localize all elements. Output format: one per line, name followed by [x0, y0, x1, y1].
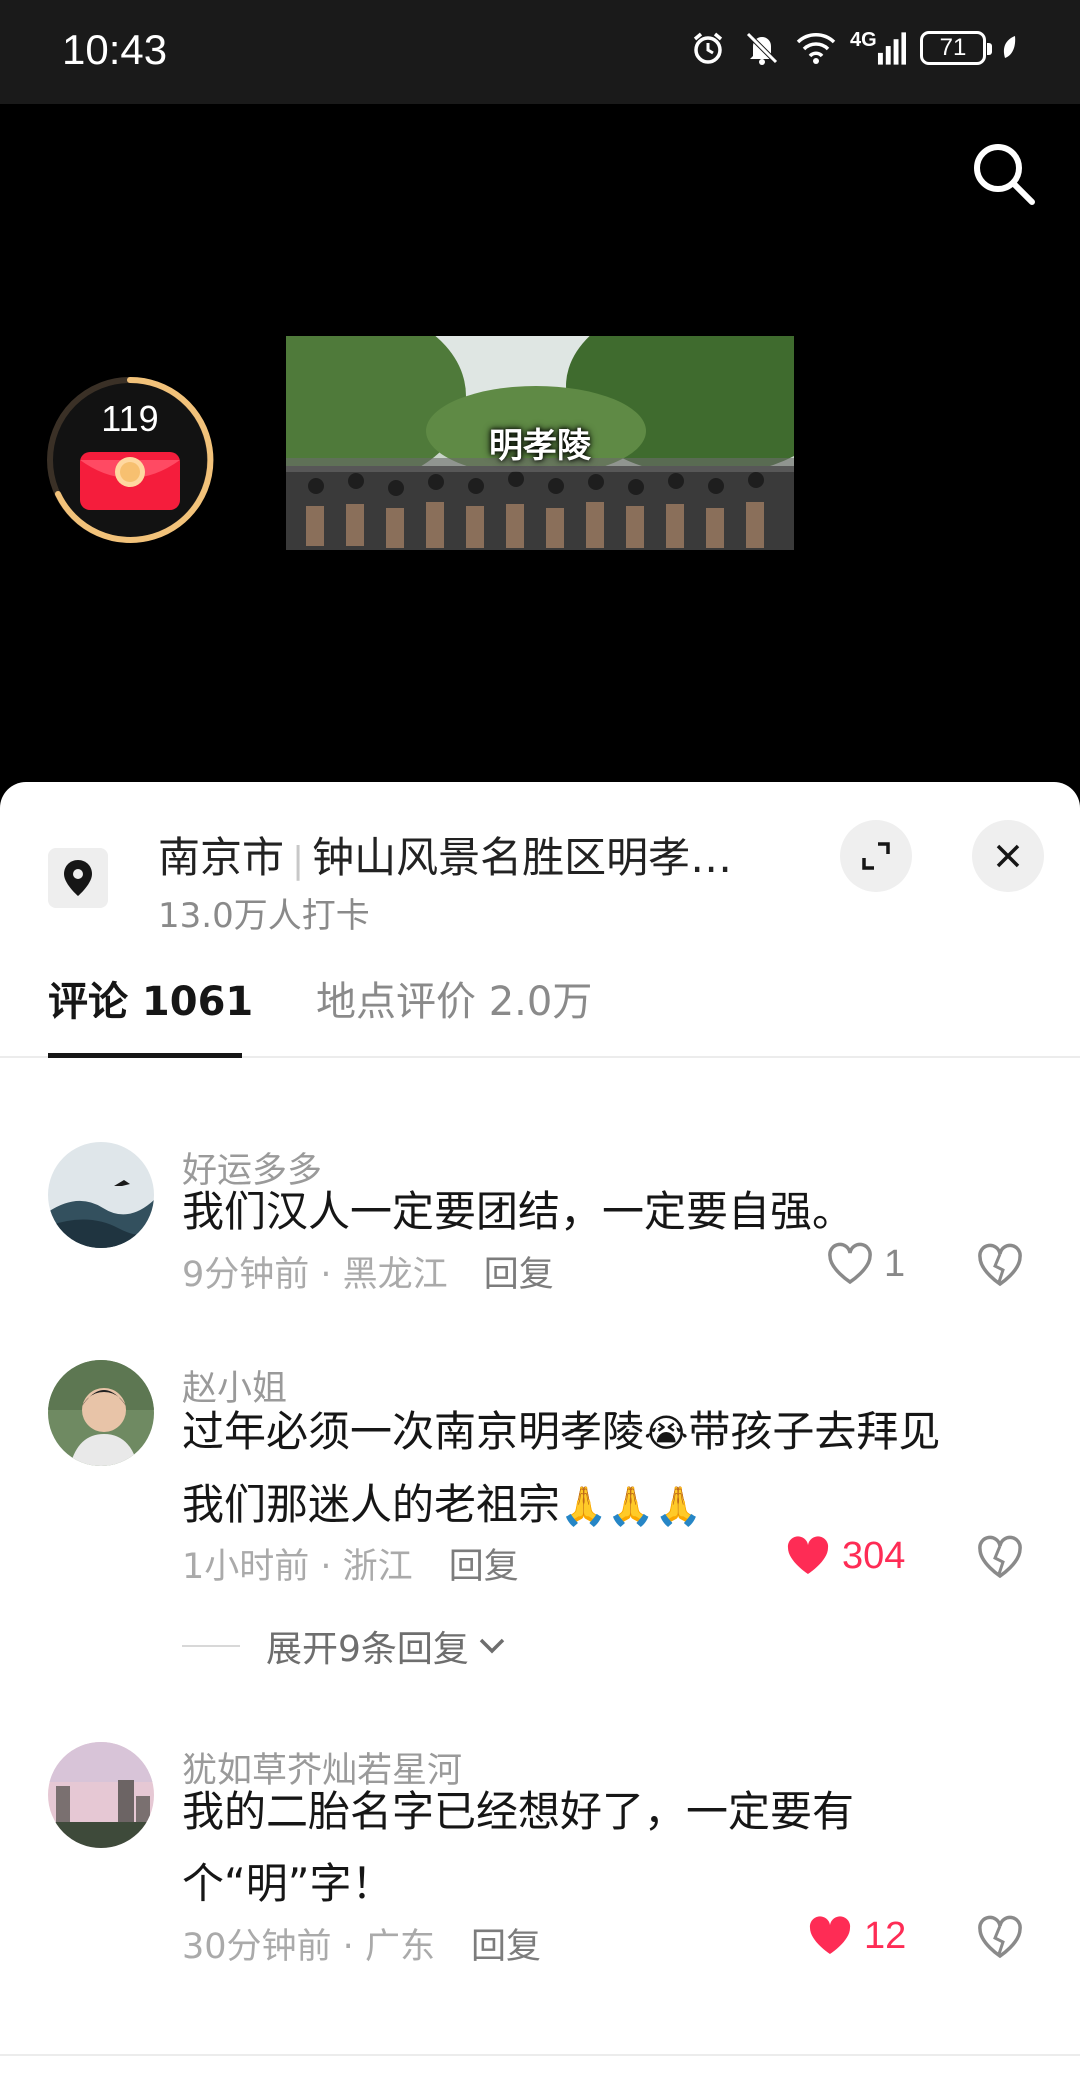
avatar[interactable]	[48, 1360, 154, 1466]
location-name: 钟山风景名胜区明孝…	[312, 833, 733, 882]
close-button[interactable]	[972, 820, 1044, 892]
location-city: 南京市	[158, 833, 285, 882]
video-thumbnail: 明孝陵	[286, 336, 794, 550]
expand-replies-label: 展开9条回复	[266, 1629, 469, 1670]
comment-text-part: 我的二胎名字已经想好了，一定要有	[182, 1787, 855, 1836]
heart-icon	[828, 1242, 872, 1285]
location-separator: |	[292, 840, 305, 881]
reply-button[interactable]: 回复	[449, 1547, 519, 1587]
location-pin-icon	[48, 848, 108, 908]
like-count: 1	[884, 1242, 906, 1285]
comment-text-part: 带孩子去拜见	[688, 1407, 941, 1456]
close-icon	[996, 844, 1020, 868]
avatar[interactable]	[48, 1142, 154, 1248]
comment-text-part: 我们那迷人的老祖宗	[182, 1480, 561, 1529]
comment-time: 1小时前	[182, 1547, 310, 1587]
red-packet-count: 119	[101, 398, 159, 439]
reply-button[interactable]: 回复	[471, 1927, 541, 1967]
like-count: 12	[864, 1914, 907, 1957]
tab-comments[interactable]: 评论 1061	[48, 952, 253, 1056]
comment-region: 广东	[364, 1927, 435, 1967]
meta-separator: ·	[309, 1547, 343, 1587]
status-time: 10:43	[62, 26, 168, 73]
thumbnail-title: 明孝陵	[489, 426, 591, 466]
search-icon[interactable]	[968, 138, 1040, 210]
heart-icon	[787, 1536, 829, 1574]
comment-text: 过年必须一次南京明孝陵😭带孩子去拜见 我们那迷人的老祖宗🙏🙏🙏	[182, 1396, 1022, 1542]
status-icons: 4G 71	[688, 28, 1020, 68]
meta-separator: ·	[331, 1927, 365, 1967]
location-checkins: 13.0万人打卡	[158, 896, 370, 936]
crying-emoji: 😭	[644, 1411, 689, 1455]
comment-text: 我的二胎名字已经想好了，一定要有 个“明”字！	[182, 1776, 1022, 1920]
comment-region: 浙江	[342, 1547, 413, 1587]
avatar[interactable]	[48, 1742, 154, 1848]
wifi-icon	[796, 28, 836, 68]
expand-replies-button[interactable]: 展开9条回复	[182, 1620, 509, 1672]
tab-place-reviews[interactable]: 地点评价 2.0万	[316, 952, 592, 1056]
comment-meta: 1小时前 · 浙江 回复	[182, 1538, 519, 1589]
comment-text-part: 过年必须一次南京明孝陵	[182, 1407, 645, 1456]
location-title[interactable]: 南京市 | 钟山风景名胜区明孝…	[158, 824, 798, 885]
red-packet-widget[interactable]: 119	[46, 376, 214, 544]
charging-leaf-icon	[1000, 28, 1020, 68]
comment-meta: 30分钟前 · 广东 回复	[182, 1918, 541, 1969]
comment-text-part: 个“明”字！	[182, 1859, 394, 1908]
status-bar: 10:43 4G 71	[0, 0, 1080, 104]
broken-heart-icon[interactable]	[976, 1242, 1024, 1290]
heart-icon	[809, 1916, 851, 1954]
chevron-down-icon	[479, 1638, 505, 1654]
comment-text: 我们汉人一定要团结，一定要自强。	[182, 1187, 855, 1236]
tab-bar: 评论 1061 地点评价 2.0万	[0, 952, 1080, 1058]
divider-line	[182, 1645, 240, 1647]
comment-time: 9分钟前	[182, 1255, 310, 1295]
like-count: 304	[842, 1534, 906, 1577]
alarm-icon	[688, 28, 728, 68]
comments-sheet: 南京市 | 钟山风景名胜区明孝… 13.0万人打卡 评论 1061 地点评价 2.0…	[0, 782, 1080, 2075]
signal-icon: 4G	[850, 28, 906, 68]
reply-button[interactable]: 回复	[484, 1255, 554, 1295]
comment-region: 黑龙江	[342, 1255, 448, 1295]
comment-time: 30分钟前	[182, 1927, 332, 1967]
meta-separator: ·	[309, 1255, 343, 1295]
video-player[interactable]: 119 明孝陵	[0, 104, 1080, 794]
praying-hands-emoji: 🙏🙏🙏	[560, 1484, 702, 1528]
comment-meta: 9分钟前 · 黑龙江 回复	[182, 1246, 554, 1297]
bottom-divider	[0, 2054, 1080, 2056]
battery-icon: 71	[920, 31, 992, 65]
like-button[interactable]: 12	[806, 1914, 906, 1958]
broken-heart-icon[interactable]	[976, 1914, 1024, 1962]
like-button[interactable]: 1	[826, 1242, 905, 1286]
broken-heart-icon[interactable]	[976, 1534, 1024, 1582]
like-button[interactable]: 304	[784, 1534, 905, 1578]
tab-active-indicator	[48, 1053, 242, 1058]
expand-button[interactable]	[840, 820, 912, 892]
mute-icon	[742, 28, 782, 68]
expand-icon	[862, 842, 890, 870]
